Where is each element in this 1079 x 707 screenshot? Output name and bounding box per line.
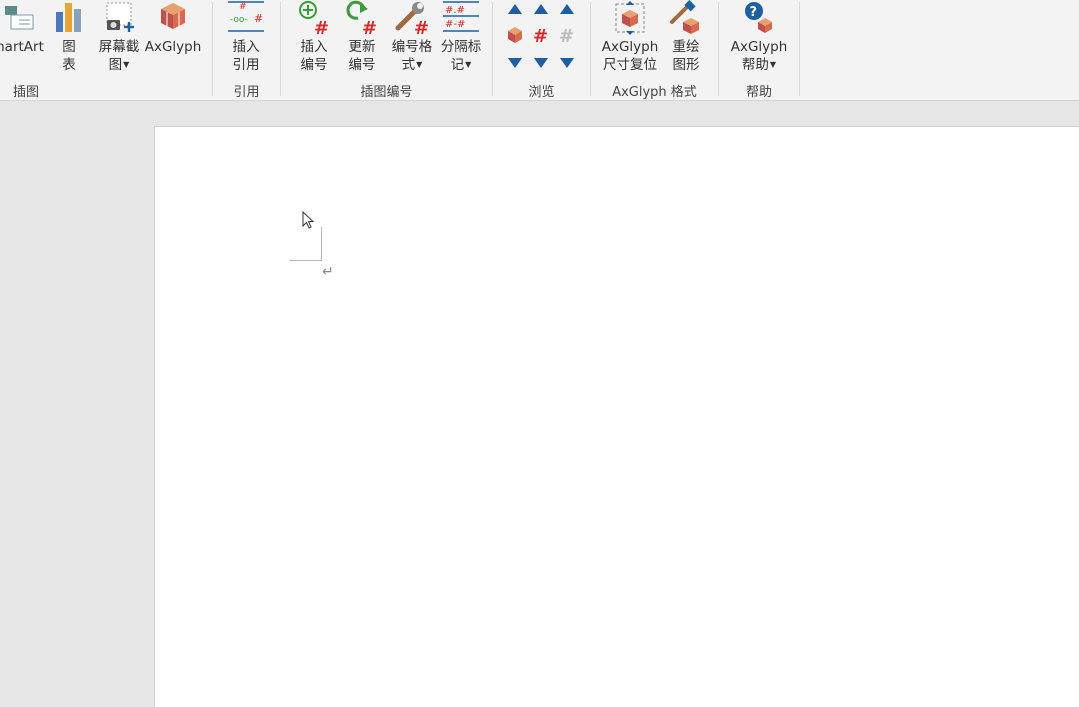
insert-number-button[interactable]: # 插入 编号 [291,0,337,78]
number-format-label-2: 式▼ [401,57,423,73]
axglyph-button[interactable]: AxGlyph [143,0,203,78]
chart-label-2: 表 [62,57,76,73]
update-number-label-1: 更新 [348,39,376,55]
axglyph-cube-icon [161,3,185,29]
mouse-pointer-icon [302,211,315,229]
group-axglyph-format: AxGlyph 尺寸复位 重绘 图形 AxGlyph 格式 [591,0,718,100]
group-axglyph-format-label: AxGlyph 格式 [612,85,697,100]
screenshot-label-2: 图▼ [108,57,130,73]
smartart-icon [5,6,34,30]
svg-text:#: # [559,26,574,45]
group-numbering-label: 插图编号 [360,85,413,100]
insert-citation-button[interactable]: # -oo- # 插入 引用 [223,0,269,78]
group-browse-label: 浏览 [528,85,555,100]
separator-mark-button[interactable]: #.# #-# 分隔标 记▼ [437,0,485,78]
update-number-label-2: 编号 [348,57,376,73]
document-page[interactable]: ↵ [154,126,1079,707]
svg-text:#: # [314,18,329,36]
next-number-arrow-down-icon[interactable] [531,52,551,72]
smartart-label: nartArt [0,39,44,55]
insert-citation-icon: # -oo- # [228,1,264,32]
prev-glyph-arrow-up-icon[interactable] [505,0,525,20]
update-number-button[interactable]: # 更新 编号 [339,0,385,78]
insert-citation-label-1: 插入 [232,39,260,55]
redraw-label-1: 重绘 [672,39,700,55]
reset-size-label-2: 尺寸复位 [603,57,657,73]
svg-text:#-#: #-# [445,19,465,30]
separator-mark-label-1: 分隔标 [440,39,482,55]
paintbrush-icon [670,0,699,34]
insert-citation-label-2: 引用 [232,57,260,73]
axglyph-help-label-2: 帮助▼ [741,57,777,73]
bar-chart-icon [56,3,81,32]
screenshot-icon [106,2,134,32]
number-format-button[interactable]: # 编号格 式▼ [387,0,437,78]
paragraph-mark: ↵ [322,264,334,280]
browse-separator-icon: # [559,26,574,45]
svg-text:#: # [414,18,429,36]
margin-corner-mark [289,260,322,261]
group-browse: # # 浏览 [493,0,590,100]
insert-number-label-2: 编号 [300,57,328,73]
svg-text:#: # [362,18,377,36]
axglyph-help-label-1: AxGlyph [730,39,788,55]
group-illustrations: nartArt 图 表 屏幕截 图▼ AxGlyph 插图 [0,0,212,100]
group-citation-label: 引用 [233,85,260,100]
group-numbering: # 插入 编号 # 更新 编号 # 编号格 式▼ #.# #-# 分隔标 记▼ … [281,0,492,100]
prev-separator-arrow-up-icon[interactable] [557,0,577,20]
svg-text:-oo-: -oo- [230,15,248,25]
number-format-label-1: 编号格 [391,39,433,55]
insert-number-label-1: 插入 [300,39,328,55]
svg-text:#: # [239,2,247,12]
axglyph-help-button[interactable]: ? AxGlyph 帮助▼ [725,0,793,78]
wrench-icon: # [395,2,429,36]
group-separator [799,2,800,96]
reset-size-button[interactable]: AxGlyph 尺寸复位 [597,0,663,78]
next-separator-arrow-down-icon[interactable] [557,52,577,72]
insert-number-icon: # [299,1,329,36]
axglyph-label: AxGlyph [144,39,202,55]
separator-mark-label-2: 记▼ [450,57,472,73]
svg-text:#.#: #.# [445,5,465,16]
group-illustrations-label: 插图 [12,85,39,100]
chart-button[interactable]: 图 表 [52,0,86,78]
screenshot-label-1: 屏幕截 [98,39,140,55]
screenshot-button[interactable]: 屏幕截 图▼ [94,0,144,78]
ribbon: nartArt 图 表 屏幕截 图▼ AxGlyph 插图 # -oo- # 插… [0,0,1079,101]
margin-corner-mark [321,227,322,261]
reset-size-icon [615,1,645,35]
svg-text:#: # [254,12,263,25]
refresh-number-icon: # [346,0,377,36]
chart-label-1: 图 [62,39,76,55]
separator-mark-icon: #.# #-# [443,1,479,32]
group-help: ? AxGlyph 帮助▼ 帮助 [719,0,799,100]
redraw-label-2: 图形 [672,57,700,73]
browse-glyph-icon [508,27,522,43]
browse-number-icon: # [533,26,548,45]
svg-text:?: ? [750,5,758,20]
group-help-label: 帮助 [745,85,772,100]
svg-text:#: # [533,26,548,45]
help-icon: ? [745,2,772,33]
group-citation: # -oo- # 插入 引用 引用 [213,0,280,100]
prev-number-arrow-up-icon[interactable] [531,0,551,20]
redraw-button[interactable]: 重绘 图形 [665,0,707,78]
reset-size-label-1: AxGlyph [601,39,659,55]
smartart-button[interactable]: nartArt [0,0,50,78]
next-glyph-arrow-down-icon[interactable] [505,52,525,72]
